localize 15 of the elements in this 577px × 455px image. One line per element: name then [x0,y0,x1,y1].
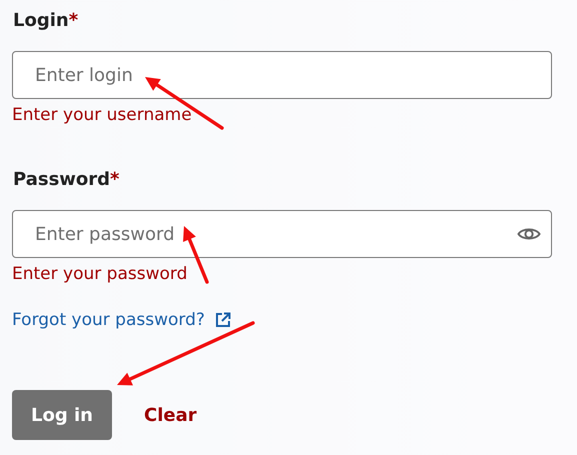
external-link-icon [214,312,231,328]
field-label: Login [13,10,69,31]
clear-button[interactable]: Clear [142,400,199,430]
error-message: Enter your username [12,105,193,125]
error-message: Enter your password [12,264,188,284]
eye-icon[interactable] [517,226,541,242]
field-label: Password [13,169,110,190]
text-input[interactable]: Enter login [33,64,541,86]
login-button[interactable]: Log in [12,390,112,440]
input-field[interactable]: Enter login [12,51,552,99]
input-field[interactable]: Enter password [12,210,552,258]
required-mark: * [110,169,120,190]
text-input[interactable]: Enter password [33,222,517,246]
forgot-password-link[interactable]: Forgot your password? [12,310,205,330]
required-mark: * [68,10,78,31]
